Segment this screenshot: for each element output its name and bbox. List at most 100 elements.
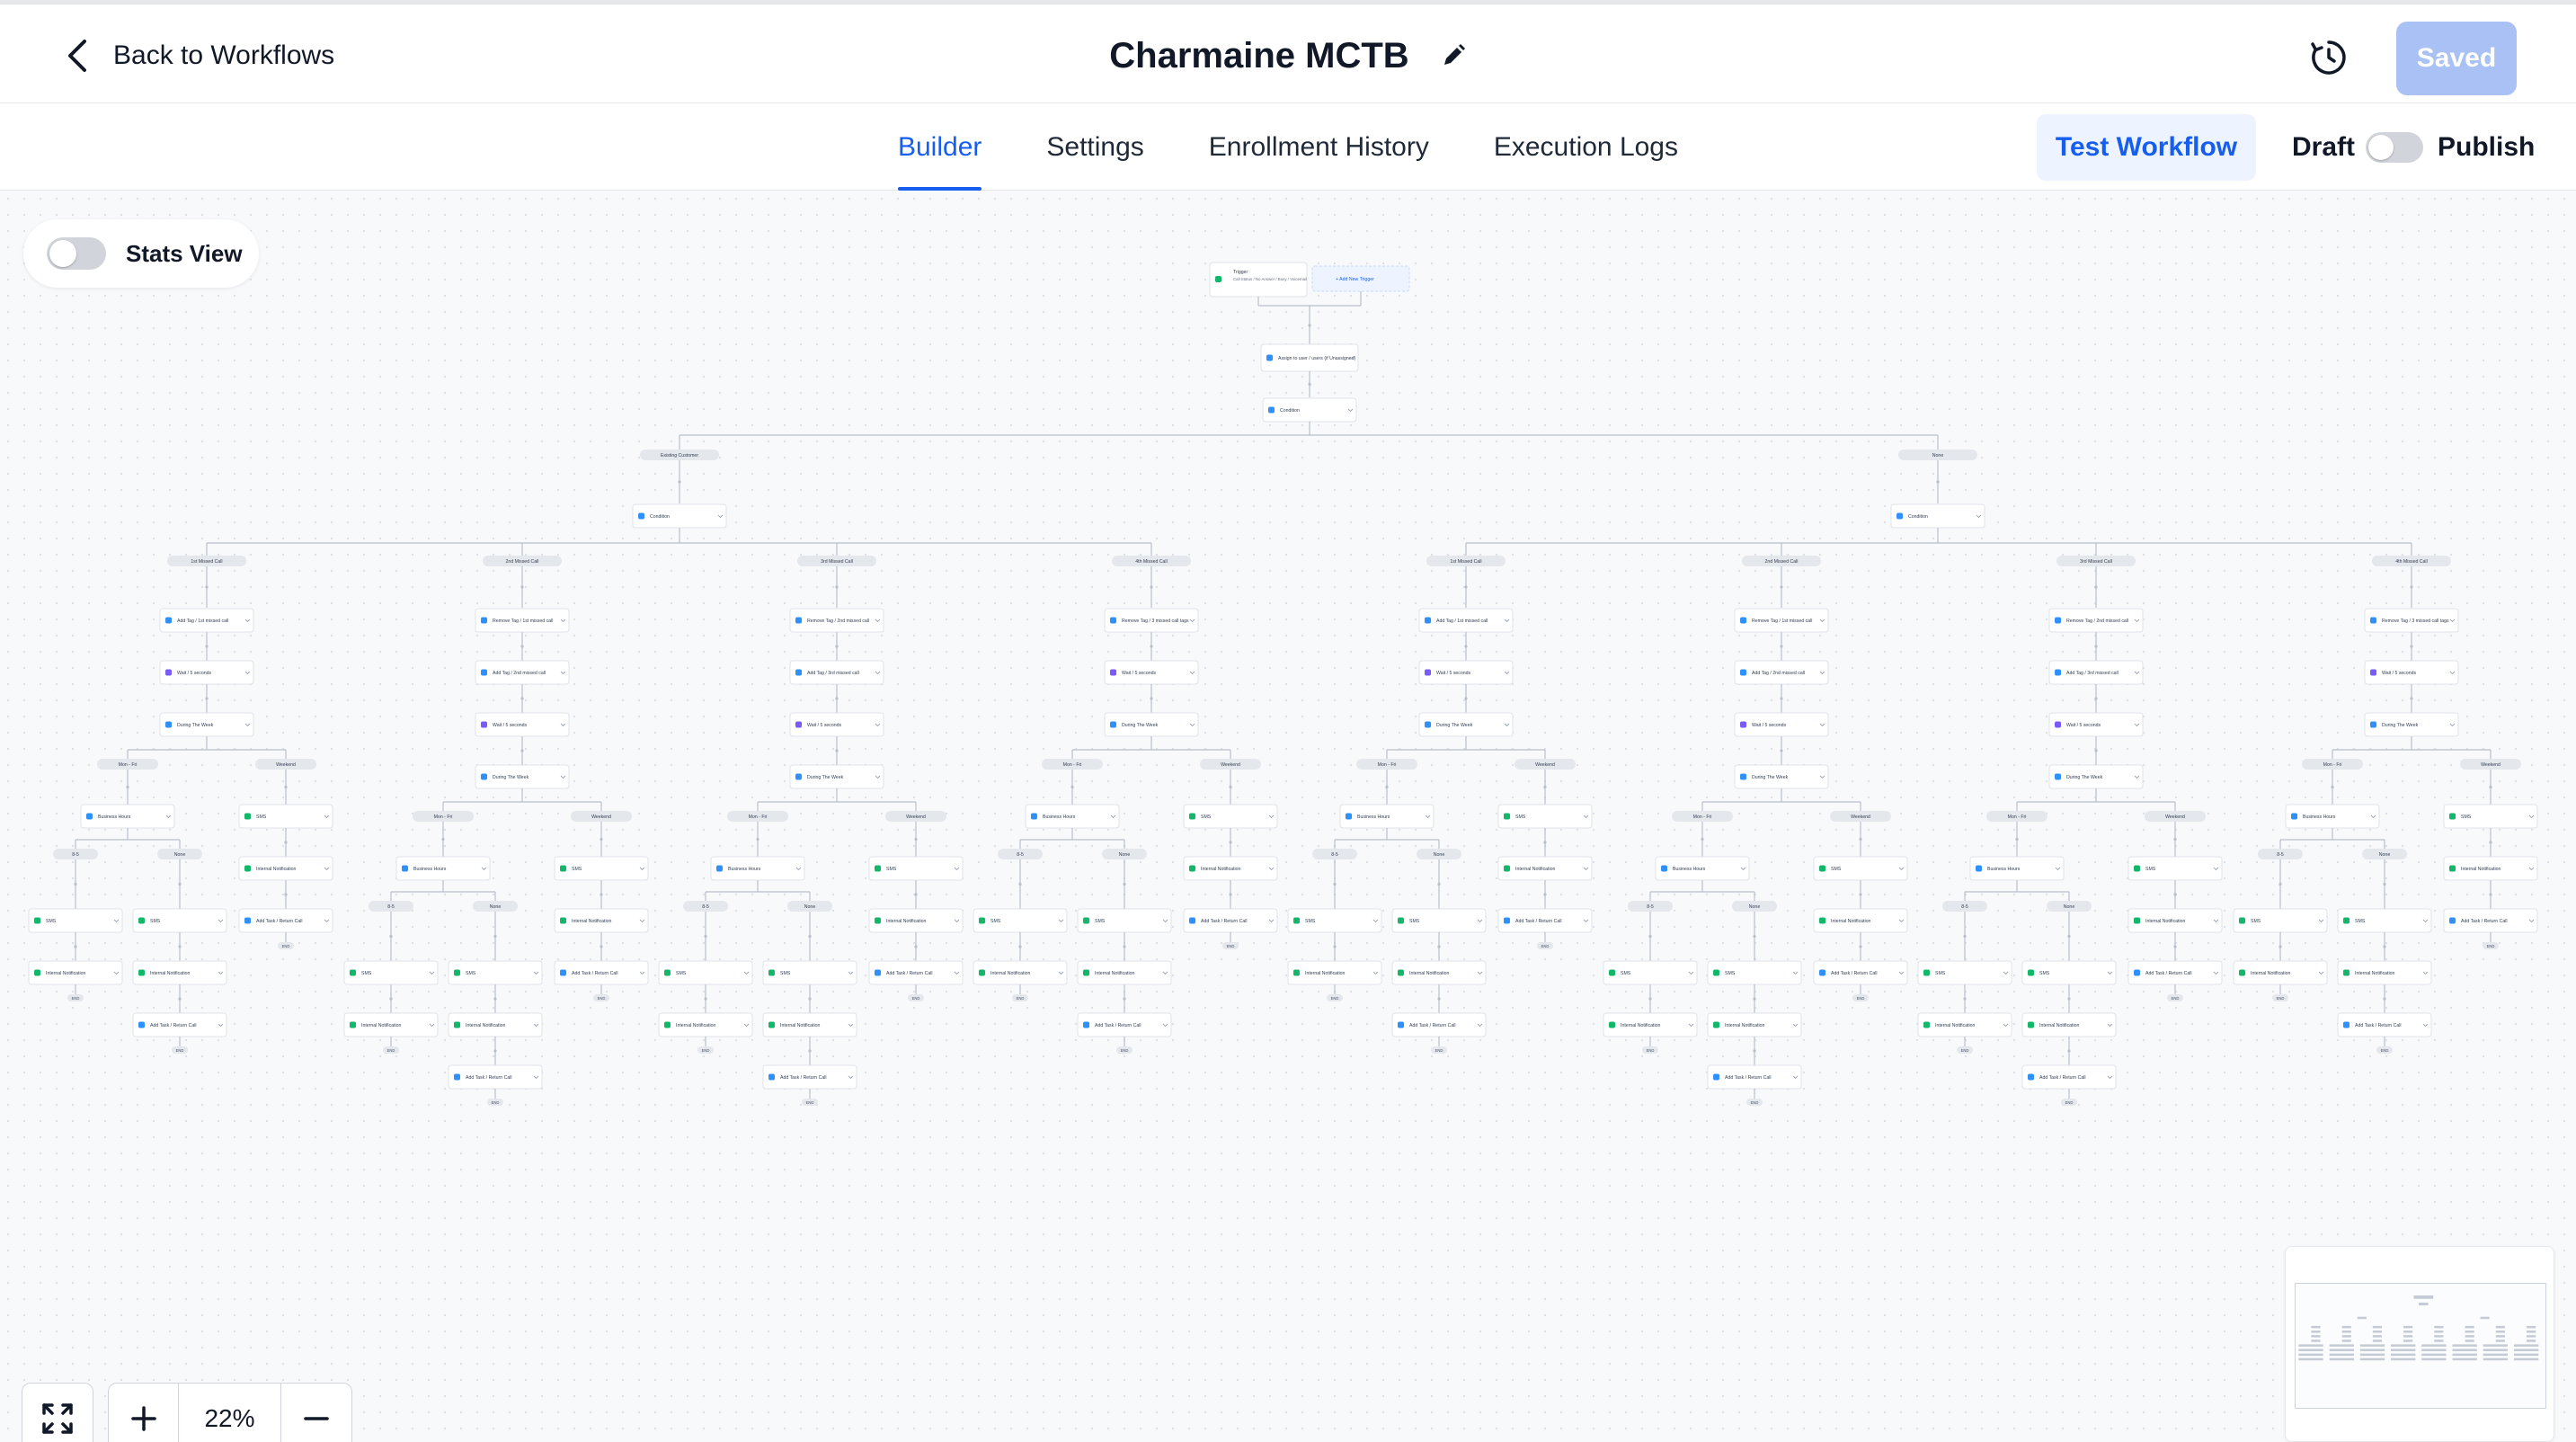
workflow-node[interactable]: Add Task / Return Call <box>1813 960 1908 985</box>
workflow-node[interactable]: Wait / 5 seconds <box>475 712 570 737</box>
workflow-node[interactable]: Add Task / Return Call <box>2021 1064 2117 1090</box>
workflow-node[interactable]: Internal Notification <box>554 908 649 933</box>
publish-toggle[interactable] <box>2366 132 2423 163</box>
workflow-node[interactable]: SMS <box>2233 908 2328 933</box>
workflow-node[interactable]: SMS <box>28 908 123 933</box>
workflow-node[interactable]: Internal Notification <box>762 1012 857 1037</box>
workflow-node[interactable]: Add Task / Return Call <box>1707 1064 1802 1090</box>
tab-execution-logs[interactable]: Execution Logs <box>1461 104 1710 191</box>
workflow-node[interactable]: Internal Notification <box>28 960 123 985</box>
zoom-in-button[interactable] <box>109 1384 179 1442</box>
workflow-node[interactable]: Business Hours <box>1339 804 1435 829</box>
workflow-node[interactable]: Business Hours <box>1655 856 1750 881</box>
workflow-node[interactable]: Add Task / Return Call <box>1391 1012 1487 1037</box>
workflow-node[interactable]: Internal Notification <box>2233 960 2328 985</box>
workflow-node[interactable]: SMS <box>973 908 1068 933</box>
workflow-node[interactable]: Internal Notification <box>1497 856 1593 881</box>
workflow-node[interactable]: Internal Notification <box>868 908 964 933</box>
workflow-node[interactable]: During The Week <box>159 712 254 737</box>
workflow-node[interactable]: Internal Notification <box>2021 1012 2117 1037</box>
workflow-node[interactable]: Internal Notification <box>1391 960 1487 985</box>
workflow-node[interactable]: SMS <box>1917 960 2012 985</box>
tab-settings[interactable]: Settings <box>1014 104 1176 191</box>
workflow-node[interactable]: SMS <box>1707 960 1802 985</box>
workflow-node[interactable]: SMS <box>1603 960 1698 985</box>
workflow-node[interactable]: Add Tag / 3rd missed call <box>2048 660 2144 685</box>
workflow-node[interactable]: Add Task / Return Call <box>2443 908 2538 933</box>
stats-view-toggle[interactable] <box>47 237 106 270</box>
workflow-node[interactable]: Condition <box>1890 503 1985 529</box>
workflow-node[interactable]: SMS <box>238 804 333 829</box>
workflow-node[interactable]: Add Task / Return Call <box>2127 960 2223 985</box>
workflow-node[interactable]: Remove Tag / 1st missed call <box>1734 608 1829 633</box>
workflow-node[interactable]: During The Week <box>2048 764 2144 789</box>
workflow-node[interactable]: Add Task / Return Call <box>1183 908 1278 933</box>
fit-view-button[interactable] <box>22 1383 93 1442</box>
workflow-node[interactable]: Remove Tag / 3 missed call tags <box>2364 608 2459 633</box>
test-workflow-button[interactable]: Test Workflow <box>2037 114 2256 181</box>
workflow-node[interactable]: Internal Notification <box>1813 908 1908 933</box>
workflow-node[interactable]: SMS <box>762 960 857 985</box>
workflow-node[interactable]: Wait / 5 seconds <box>1418 660 1514 685</box>
workflow-node[interactable]: Internal Notification <box>2443 856 2538 881</box>
workflow-node[interactable]: Internal Notification <box>132 960 227 985</box>
workflow-node[interactable]: During The Week <box>475 764 570 789</box>
workflow-node[interactable]: During The Week <box>1104 712 1199 737</box>
workflow-node[interactable]: Add Tag / 2nd missed call <box>475 660 570 685</box>
workflow-node[interactable]: SMS <box>343 960 439 985</box>
workflow-node[interactable]: SMS <box>1287 908 1382 933</box>
workflow-node[interactable]: Internal Notification <box>1077 960 1172 985</box>
tab-builder[interactable]: Builder <box>866 104 1014 191</box>
workflow-node[interactable]: SMS <box>554 856 649 881</box>
back-to-workflows-link[interactable]: Back to Workflows <box>63 31 334 80</box>
workflow-node[interactable]: Remove Tag / 2nd missed call <box>789 608 884 633</box>
workflow-node[interactable]: During The Week <box>1734 764 1829 789</box>
minimap[interactable] <box>2285 1246 2554 1442</box>
workflow-node[interactable]: Wait / 5 seconds <box>2048 712 2144 737</box>
pencil-icon[interactable] <box>1440 42 1467 69</box>
workflow-node[interactable]: Assign to user / users (if Unassigned) <box>1260 343 1359 372</box>
trigger-node[interactable]: Trigger Call Status / No Answer / Busy / … <box>1209 262 1308 298</box>
workflow-node[interactable]: Add Task / Return Call <box>1497 908 1593 933</box>
workflow-node[interactable]: SMS <box>2021 960 2117 985</box>
workflow-node[interactable]: Internal Notification <box>343 1012 439 1037</box>
workflow-node[interactable]: Wait / 5 seconds <box>1104 660 1199 685</box>
workflow-node[interactable]: SMS <box>1813 856 1908 881</box>
workflow-node[interactable]: Internal Notification <box>2127 908 2223 933</box>
history-icon[interactable] <box>2308 37 2349 78</box>
workflow-node[interactable]: Add Task / Return Call <box>132 1012 227 1037</box>
workflow-node[interactable]: SMS <box>2127 856 2223 881</box>
workflow-node[interactable]: Internal Notification <box>1707 1012 1802 1037</box>
workflow-canvas[interactable]: Trigger Call Status / No Answer / Busy / … <box>0 191 2576 1442</box>
workflow-node[interactable]: Business Hours <box>1025 804 1120 829</box>
workflow-node[interactable]: Internal Notification <box>2337 960 2432 985</box>
workflow-node[interactable]: Add Task / Return Call <box>554 960 649 985</box>
workflow-node[interactable]: Internal Notification <box>658 1012 753 1037</box>
workflow-node[interactable]: Business Hours <box>80 804 175 829</box>
workflow-node[interactable]: Wait / 5 seconds <box>789 712 884 737</box>
workflow-node[interactable]: Internal Notification <box>238 856 333 881</box>
workflow-node[interactable]: Business Hours <box>395 856 491 881</box>
workflow-node[interactable]: Add Task / Return Call <box>238 908 333 933</box>
workflow-node[interactable]: Business Hours <box>1969 856 2065 881</box>
workflow-node[interactable]: Wait / 5 seconds <box>1734 712 1829 737</box>
workflow-node[interactable]: SMS <box>2443 804 2538 829</box>
workflow-node[interactable]: SMS <box>658 960 753 985</box>
workflow-node[interactable]: Internal Notification <box>1917 1012 2012 1037</box>
workflow-node[interactable]: Business Hours <box>2285 804 2380 829</box>
zoom-out-button[interactable] <box>281 1384 351 1442</box>
workflow-node[interactable]: Add Tag / 2nd missed call <box>1734 660 1829 685</box>
workflow-node[interactable]: Internal Notification <box>1603 1012 1698 1037</box>
workflow-node[interactable]: Internal Notification <box>448 1012 543 1037</box>
workflow-node[interactable]: SMS <box>868 856 964 881</box>
workflow-node[interactable]: Wait / 5 seconds <box>159 660 254 685</box>
saved-button[interactable]: Saved <box>2396 22 2517 95</box>
workflow-node[interactable]: Add Tag / 1st missed call <box>159 608 254 633</box>
workflow-node[interactable]: SMS <box>132 908 227 933</box>
workflow-node[interactable]: Add Task / Return Call <box>868 960 964 985</box>
workflow-node[interactable]: Add Tag / 1st missed call <box>1418 608 1514 633</box>
workflow-node[interactable]: Remove Tag / 1st missed call <box>475 608 570 633</box>
workflow-node[interactable]: During The Week <box>2364 712 2459 737</box>
workflow-node[interactable]: Add Tag / 3rd missed call <box>789 660 884 685</box>
workflow-node[interactable]: Business Hours <box>710 856 805 881</box>
